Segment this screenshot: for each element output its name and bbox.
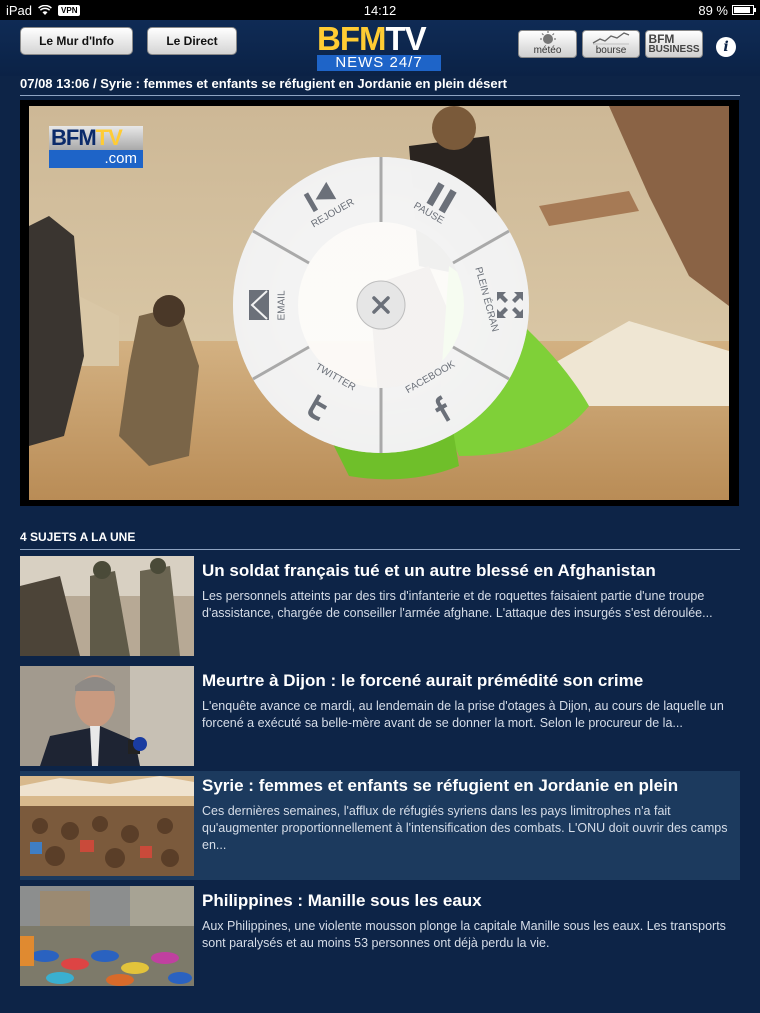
section-title: 4 SUJETS A LA UNE [20,530,136,544]
watermark-com: .com [49,150,143,168]
rejouer-button[interactable]: REJOUER [297,178,377,248]
facebook-button[interactable]: FACEBOOK [397,358,477,432]
app-header: Le Mur d'Info Le Direct BFM TV NEWS 24/7 … [0,20,760,76]
stock-chart-icon [592,32,630,45]
pause-button[interactable]: PAUSE [397,178,477,248]
logo-bfm: BFM [317,20,386,57]
email-icon [249,290,269,320]
logo-news: NEWS 24/7 [317,55,441,71]
story-thumbnail [20,666,194,766]
current-headline[interactable]: 07/08 13:06 / Syrie : femmes et enfants … [20,76,740,92]
vpn-badge: VPN [58,4,81,16]
story-desc: Aux Philippines, une violente mousson pl… [202,919,726,950]
video-frame[interactable]: BFMTV .com REJOUER PAUSE PLEIN ÉCRAN FAC… [29,106,729,500]
direct-button[interactable]: Le Direct [147,27,237,55]
fullscreen-icon [497,292,523,318]
story-item[interactable]: Philippines : Manille sous les eaux Aux … [20,886,740,986]
story-title[interactable]: Syrie : femmes et enfants se réfugient e… [202,775,732,797]
divider [20,95,740,96]
meteo-label: météo [533,45,562,56]
mur-info-button[interactable]: Le Mur d'Info [20,27,133,55]
twitter-button[interactable]: TWITTER [297,362,377,432]
story-thumbnail [20,886,194,986]
bfmtv-logo: BFM TV NEWS 24/7 [317,20,441,73]
story-item[interactable]: Meurtre à Dijon : le forcené aurait prém… [20,666,740,766]
divider [20,549,740,550]
story-desc: Les personnels atteints par des tirs d'i… [202,589,713,620]
story-thumbnail [20,776,194,876]
story-title[interactable]: Philippines : Manille sous les eaux [202,890,732,912]
battery-percent: 89 % [698,2,728,18]
status-bar: iPad VPN 14:12 89 % [0,0,760,20]
story-item[interactable]: Un soldat français tué et un autre bless… [20,556,740,656]
device-label: iPad [6,2,33,18]
close-button[interactable] [358,282,404,328]
story-desc: Ces dernières semaines, l'afflux de réfu… [202,804,728,852]
story-title[interactable]: Un soldat français tué et un autre bless… [202,560,732,582]
wifi-icon [38,4,52,15]
watermark-bfm: BFM [51,125,97,150]
email-label: EMAIL [276,290,288,321]
facebook-label: FACEBOOK [403,358,458,397]
bfm-business-line2: BUSINESS [648,43,700,55]
bfm-business-button[interactable]: BFM BUSINESS [645,30,703,58]
email-button[interactable]: EMAIL [241,258,311,350]
watermark-tv: TV [95,125,123,150]
bourse-button[interactable]: bourse [582,30,640,58]
facebook-icon [434,395,451,422]
battery-icon [732,5,756,15]
plein-ecran-button[interactable]: PLEIN ÉCRAN [459,258,529,350]
story-title[interactable]: Meurtre à Dijon : le forcené aurait prém… [202,670,732,692]
info-icon[interactable]: i [716,37,736,57]
logo-tv: TV [385,20,426,57]
weather-icon [539,31,556,44]
story-thumbnail [20,556,194,656]
story-desc: L'enquête avance ce mardi, au lendemain … [202,699,724,730]
bfmtv-com-watermark: BFMTV .com [49,126,143,168]
story-item-active[interactable]: Syrie : femmes et enfants se réfugient e… [20,771,740,880]
close-icon [372,296,390,314]
bfm-business-line1: BFM [648,31,675,46]
video-player[interactable]: BFMTV .com REJOUER PAUSE PLEIN ÉCRAN FAC… [20,100,739,506]
bourse-label: bourse [595,45,627,56]
meteo-button[interactable]: météo [518,30,577,58]
twitter-label: TWITTER [313,361,358,394]
twitter-icon [308,394,328,422]
clock: 14:12 [363,2,397,18]
